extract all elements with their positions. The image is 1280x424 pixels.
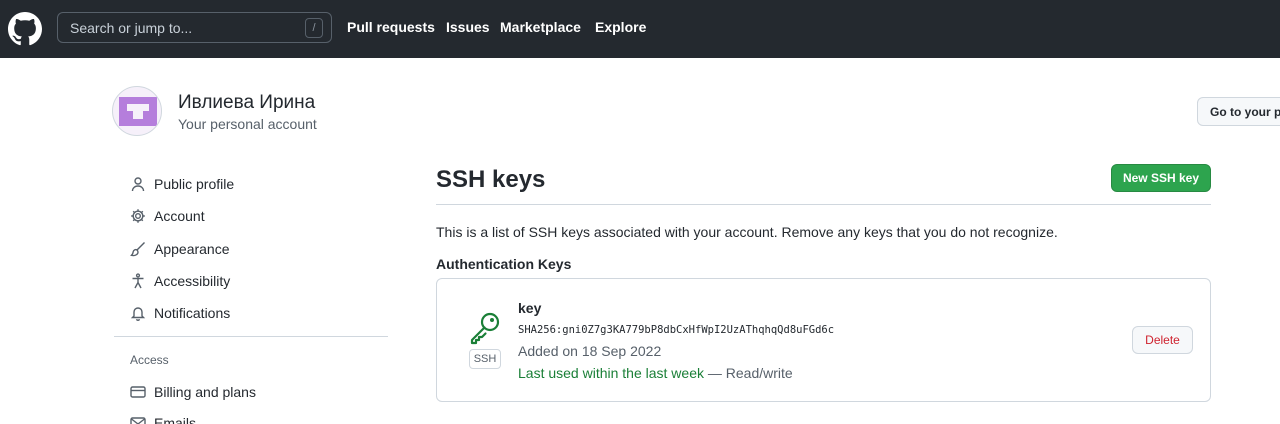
top-header: Search or jump to... / Pull requests Iss… bbox=[0, 0, 1280, 58]
ssh-badge: SSH bbox=[469, 349, 501, 369]
nav-explore[interactable]: Explore bbox=[595, 19, 646, 35]
key-icon bbox=[470, 312, 500, 345]
gear-icon bbox=[131, 209, 145, 223]
search-input[interactable]: Search or jump to... / bbox=[57, 12, 332, 43]
sidebar-item-label: Emails bbox=[154, 415, 197, 424]
sidebar-item-label: Accessibility bbox=[154, 273, 231, 289]
sidebar-divider bbox=[114, 336, 388, 337]
go-to-profile-button[interactable]: Go to your p bbox=[1197, 97, 1280, 126]
key-added-date: Added on 18 Sep 2022 bbox=[518, 343, 662, 359]
sidebar-item-label: Billing and plans bbox=[154, 384, 256, 400]
title-divider bbox=[436, 204, 1211, 205]
page-description: This is a list of SSH keys associated wi… bbox=[436, 224, 1058, 240]
nav-marketplace[interactable]: Marketplace bbox=[500, 19, 581, 35]
search-shortcut-badge: / bbox=[305, 18, 323, 38]
key-fingerprint: SHA256:gni0Z7g3KA779bP8dbCxHfWpI2UzAThqh… bbox=[518, 324, 835, 336]
sidebar-item-label: Public profile bbox=[154, 176, 235, 192]
nav-pull-requests[interactable]: Pull requests bbox=[347, 19, 435, 35]
paintbrush-icon bbox=[130, 242, 145, 257]
account-name: Ивлиева Ирина bbox=[178, 92, 316, 113]
key-access-level: — Read/write bbox=[704, 365, 793, 381]
sidebar-item-public-profile[interactable]: Public profile bbox=[126, 172, 386, 196]
page-title: SSH keys bbox=[436, 166, 546, 193]
key-last-used: Last used within the last week — Read/wr… bbox=[518, 365, 793, 381]
bell-icon bbox=[130, 307, 146, 321]
identicon-icon bbox=[119, 97, 157, 126]
sidebar-item-label: Account bbox=[154, 208, 205, 224]
new-ssh-key-button[interactable]: New SSH key bbox=[1111, 164, 1211, 192]
account-subtitle: Your personal account bbox=[178, 116, 317, 132]
sidebar-item-notifications[interactable]: Notifications bbox=[126, 301, 386, 325]
accessibility-icon bbox=[132, 273, 144, 289]
sidebar-heading-access: Access bbox=[130, 353, 169, 367]
search-placeholder: Search or jump to... bbox=[70, 20, 193, 36]
delete-key-button[interactable]: Delete bbox=[1132, 326, 1193, 354]
section-heading: Authentication Keys bbox=[436, 256, 572, 272]
nav-issues[interactable]: Issues bbox=[446, 19, 490, 35]
sidebar-item-account[interactable]: Account bbox=[126, 204, 386, 228]
mail-icon bbox=[130, 417, 146, 424]
sidebar-item-appearance[interactable]: Appearance bbox=[126, 237, 386, 261]
sidebar-item-label: Notifications bbox=[154, 305, 231, 321]
credit-card-icon bbox=[130, 386, 146, 398]
sidebar-item-billing[interactable]: Billing and plans bbox=[126, 380, 386, 404]
avatar[interactable] bbox=[112, 86, 162, 136]
sidebar-item-label: Appearance bbox=[154, 241, 230, 257]
sidebar-item-accessibility[interactable]: Accessibility bbox=[126, 269, 386, 293]
github-logo-icon[interactable] bbox=[8, 12, 42, 46]
person-icon bbox=[131, 177, 145, 192]
key-last-used-text: Last used within the last week bbox=[518, 365, 704, 381]
ssh-key-list-item bbox=[436, 278, 1211, 402]
key-title: key bbox=[518, 300, 542, 316]
sidebar-item-emails[interactable]: Emails bbox=[126, 411, 386, 424]
